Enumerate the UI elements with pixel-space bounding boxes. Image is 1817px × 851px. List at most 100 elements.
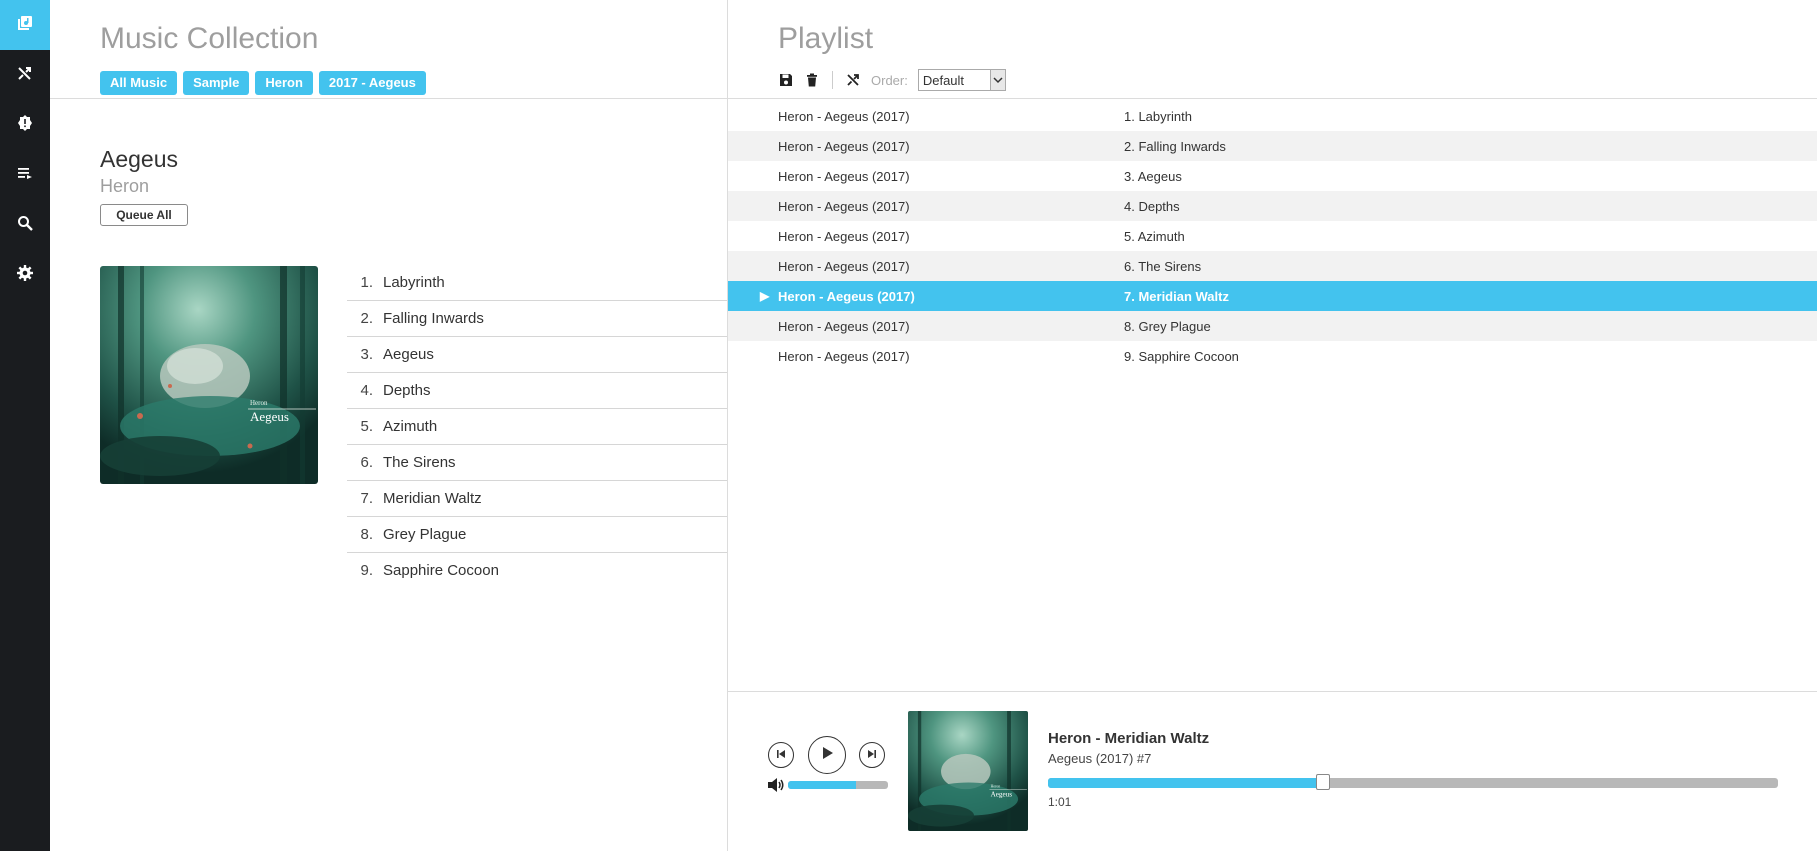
order-select[interactable]: Default bbox=[917, 69, 1006, 91]
volume-level bbox=[788, 781, 856, 789]
track-number: 5. bbox=[360, 418, 373, 435]
breadcrumb: All Music Sample Heron 2017 - Aegeus bbox=[100, 71, 426, 95]
shuffle-icon[interactable] bbox=[845, 72, 861, 88]
playlist-row-track: 2. Falling Inwards bbox=[1124, 138, 1226, 154]
playlist-title: Playlist bbox=[778, 22, 874, 55]
player-bar: Heron Aegeus Heron - Meridian Waltz Aege… bbox=[728, 692, 1817, 851]
skip-next-icon bbox=[867, 746, 877, 764]
playlist-row-album: Heron - Aegeus (2017) bbox=[778, 288, 915, 304]
track-name: Falling Inwards bbox=[383, 310, 484, 327]
playlist-row[interactable]: Heron - Aegeus (2017) 5. Azimuth bbox=[728, 221, 1817, 251]
now-playing-cover: Heron Aegeus bbox=[908, 711, 1028, 831]
playlist-row-album: Heron - Aegeus (2017) bbox=[778, 138, 910, 154]
queue-all-button[interactable]: Queue All bbox=[100, 204, 188, 226]
trash-icon[interactable] bbox=[804, 72, 820, 88]
track-item[interactable]: 3. Aegeus bbox=[347, 337, 727, 373]
divider bbox=[728, 98, 1817, 99]
track-name: Meridian Waltz bbox=[383, 490, 482, 507]
track-number: 2. bbox=[360, 310, 373, 327]
breadcrumb-item-all-music[interactable]: All Music bbox=[100, 71, 178, 95]
sidebar-item-collection[interactable] bbox=[0, 0, 50, 50]
track-name: The Sirens bbox=[383, 454, 456, 471]
playlist-row[interactable]: Heron - Aegeus (2017) 2. Falling Inwards bbox=[728, 131, 1817, 161]
album-cover[interactable]: Heron Aegeus bbox=[100, 266, 318, 484]
play-button[interactable] bbox=[808, 736, 846, 774]
track-name: Labyrinth bbox=[383, 274, 445, 291]
track-item[interactable]: 2. Falling Inwards bbox=[347, 301, 727, 337]
track-item[interactable]: 9. Sapphire Cocoon bbox=[347, 553, 727, 588]
sidebar-item-badge[interactable] bbox=[0, 100, 50, 150]
sidebar-item-playlist[interactable] bbox=[0, 150, 50, 200]
sidebar bbox=[0, 0, 50, 851]
now-playing-icon: ▶ bbox=[760, 289, 770, 303]
playlist-row-track: 6. The Sirens bbox=[1124, 258, 1202, 274]
chevron-down-icon bbox=[989, 70, 1005, 90]
playlist-row-album: Heron - Aegeus (2017) bbox=[778, 348, 910, 364]
track-item[interactable]: 7. Meridian Waltz bbox=[347, 481, 727, 517]
playlist-icon bbox=[16, 164, 34, 187]
track-item[interactable]: 8. Grey Plague bbox=[347, 517, 727, 553]
volume-icon[interactable] bbox=[767, 777, 785, 793]
playlist-rows: Heron - Aegeus (2017) 1. Labyrinth Heron … bbox=[728, 101, 1817, 371]
album-track-list: 1. Labyrinth 2. Falling Inwards 3. Aegeus 4… bbox=[347, 265, 727, 588]
playlist-row[interactable]: Heron - Aegeus (2017) 1. Labyrinth bbox=[728, 101, 1817, 131]
playlist-row[interactable]: Heron - Aegeus (2017) 3. Aegeus bbox=[728, 161, 1817, 191]
playlist-row-album: Heron - Aegeus (2017) bbox=[778, 168, 910, 184]
playlist-pane: Playlist Order: Default Heron - Aegeus (… bbox=[728, 0, 1817, 851]
cover-artist-text: Heron bbox=[991, 785, 1001, 789]
previous-button[interactable] bbox=[768, 742, 794, 768]
now-playing-title: Heron - Meridian Waltz bbox=[1048, 730, 1210, 747]
toolbar-divider bbox=[832, 71, 833, 89]
track-number: 3. bbox=[360, 346, 373, 363]
volume-slider[interactable] bbox=[788, 781, 888, 789]
seek-handle[interactable] bbox=[1316, 774, 1331, 790]
track-number: 7. bbox=[360, 490, 373, 507]
order-label: Order: bbox=[871, 72, 908, 88]
play-icon bbox=[820, 746, 834, 765]
seek-progress bbox=[1048, 778, 1324, 788]
now-playing-subtitle: Aegeus (2017) #7 bbox=[1048, 751, 1152, 766]
playlist-row-track: 5. Azimuth bbox=[1124, 228, 1185, 244]
album-title: Aegeus bbox=[100, 146, 179, 172]
track-name: Aegeus bbox=[383, 346, 434, 363]
breadcrumb-item-sample[interactable]: Sample bbox=[183, 71, 250, 95]
breadcrumb-item-heron[interactable]: Heron bbox=[255, 71, 313, 95]
playlist-row[interactable]: Heron - Aegeus (2017) 8. Grey Plague bbox=[728, 311, 1817, 341]
album-artist[interactable]: Heron bbox=[100, 176, 149, 197]
next-button[interactable] bbox=[859, 742, 885, 768]
sidebar-item-shuffle[interactable] bbox=[0, 50, 50, 100]
save-icon[interactable] bbox=[778, 72, 794, 88]
track-number: 1. bbox=[360, 274, 373, 291]
track-item[interactable]: 6. The Sirens bbox=[347, 445, 727, 481]
track-name: Depths bbox=[383, 382, 431, 399]
playlist-row-now-playing[interactable]: ▶ Heron - Aegeus (2017) 7. Meridian Waltz bbox=[728, 281, 1817, 311]
gear-icon bbox=[16, 264, 34, 287]
track-item[interactable]: 1. Labyrinth bbox=[347, 265, 727, 301]
skip-previous-icon bbox=[776, 746, 786, 764]
seek-bar[interactable] bbox=[1048, 774, 1778, 790]
playlist-row-track: 8. Grey Plague bbox=[1124, 318, 1211, 334]
search-icon bbox=[16, 214, 34, 237]
breadcrumb-item-album[interactable]: 2017 - Aegeus bbox=[318, 71, 426, 95]
badge-icon bbox=[16, 114, 34, 137]
track-name: Azimuth bbox=[383, 418, 438, 435]
sidebar-item-search[interactable] bbox=[0, 200, 50, 250]
collection-pane: Music Collection All Music Sample Heron … bbox=[50, 0, 728, 851]
elapsed-time: 1:01 bbox=[1048, 795, 1072, 809]
playlist-row-track: 3. Aegeus bbox=[1124, 168, 1182, 184]
track-item[interactable]: 4. Depths bbox=[347, 373, 727, 409]
sidebar-item-settings[interactable] bbox=[0, 250, 50, 300]
playlist-row-album: Heron - Aegeus (2017) bbox=[778, 258, 910, 274]
track-item[interactable]: 5. Azimuth bbox=[347, 409, 727, 445]
track-number: 4. bbox=[360, 382, 373, 399]
collection-icon bbox=[16, 14, 34, 37]
track-name: Sapphire Cocoon bbox=[383, 562, 499, 579]
playlist-row[interactable]: Heron - Aegeus (2017) 9. Sapphire Cocoon bbox=[728, 341, 1817, 371]
page-title: Music Collection bbox=[100, 22, 319, 55]
playlist-row[interactable]: Heron - Aegeus (2017) 4. Depths bbox=[728, 191, 1817, 221]
track-name: Grey Plague bbox=[383, 526, 467, 543]
playlist-row-album: Heron - Aegeus (2017) bbox=[778, 108, 910, 124]
playlist-toolbar: Order: Default bbox=[778, 69, 1006, 91]
playlist-row-album: Heron - Aegeus (2017) bbox=[778, 228, 910, 244]
playlist-row[interactable]: Heron - Aegeus (2017) 6. The Sirens bbox=[728, 251, 1817, 281]
